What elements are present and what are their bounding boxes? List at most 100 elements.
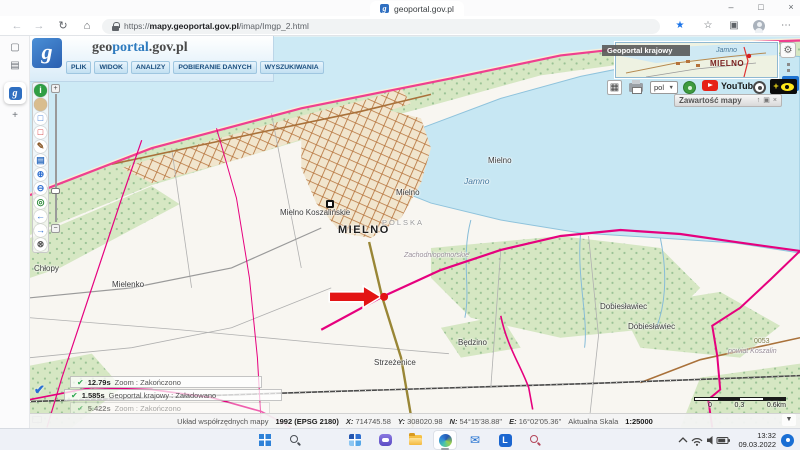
status-text: Zoom : Zakończono [115,378,181,387]
close-button[interactable]: × [778,0,800,15]
forward-button[interactable]: → [30,18,48,34]
tool-zoom-in[interactable]: ⊕ [34,168,47,181]
taskbar-explorer[interactable] [403,430,427,450]
map-tools: i□□✎▤⊕⊖◎←→⊗ [32,82,49,253]
tool-previous-view[interactable]: ← [34,210,47,223]
railway-station-icon [326,200,334,208]
youtube-play-icon [702,80,718,91]
lock-icon [112,26,119,31]
tray-time: 13:32 [738,431,776,440]
taskbar-widgets[interactable] [343,430,367,450]
menu-analizy[interactable]: ANALIZY [131,61,170,74]
slider-track[interactable] [55,94,57,222]
tool-zoom-out[interactable]: ⊖ [34,182,47,195]
panel-up-icon[interactable]: ↑ [757,95,761,106]
tool-full-extent[interactable]: ◎ [34,196,47,209]
menu-wyszukiwania[interactable]: WYSZUKIWANIA [260,61,324,74]
taskbar-app-l[interactable]: L [493,430,517,450]
start-icon [259,434,271,446]
profile-avatar[interactable] [753,20,765,32]
settings-gear-icon[interactable]: ⚙ [780,42,796,58]
accessibility-button[interactable] [753,81,766,94]
map-contents-panel-header[interactable]: Zawartość mapy ↑▣× [674,94,782,107]
minimap-title: Geoportal krajowy [602,45,690,56]
tool-measure[interactable]: ▤ [34,154,47,167]
tool-settings[interactable]: ⊗ [34,238,47,251]
system-tray[interactable]: 13:32 09.03.2022 [675,429,794,450]
scalebar-segments [694,397,786,401]
taskbar-app-zoom[interactable] [523,430,547,450]
panel-controls: ↑▣× [757,95,777,106]
taskbar-mail[interactable]: ✉ [463,430,487,450]
status-time: 12.79s [88,378,111,387]
add-favorite-icon[interactable]: ☆ [700,18,716,34]
slider-handle[interactable] [51,188,60,194]
contact-button[interactable] [683,81,696,94]
tab-group-icon[interactable]: ▤ [0,60,30,71]
notification-badge[interactable] [781,434,794,447]
tab-list-icon[interactable]: ▢ [0,42,30,53]
status-time: 1.585s [82,391,105,400]
geoportal-favicon: g [380,4,389,13]
taskbar-edge[interactable] [433,430,457,450]
browser-window: g geoportal.gov.pl – □ × ← → ↻ ⌂ https:/… [0,0,800,450]
panel-window-icon[interactable]: ▣ [763,95,770,106]
scalebar-tick: 0.3 [735,402,745,409]
coordinate-statusbar: Układ współrzędnych mapy1992 (EPSG 2180)… [30,413,800,428]
active-vertical-tab[interactable]: g [4,82,26,104]
youtube-link[interactable]: YouTube [702,80,758,91]
dot-marker [787,69,790,72]
favorite-star-icon[interactable]: ★ [672,18,688,34]
menu-pobieranie-danych[interactable]: POBIERANIE DANYCH [173,61,256,74]
maximize-button[interactable]: □ [748,0,774,15]
tool-select-box-blue[interactable]: □ [34,112,47,125]
minimize-button[interactable]: – [718,0,744,15]
caret-down-icon: ▼ [669,85,674,91]
map-scalebar: 00.30.6km [694,397,786,409]
explorer-icon [409,435,422,445]
status-time: 5.422s [88,404,111,413]
back-button[interactable]: ← [8,18,26,34]
tray-icons[interactable] [675,434,733,446]
tool-draw[interactable]: ✎ [34,140,47,153]
chevron-up-icon [679,438,687,442]
menu-widok[interactable]: WIDOK [94,61,127,74]
search-icon [290,435,298,443]
zoom-in-button[interactable]: + [51,84,60,93]
scalebar-tick: 0.6km [767,402,786,409]
browser-toolbar: ← → ↻ ⌂ https://mapy.geoportal.gov.pl/im… [0,16,800,36]
status-text: Geoportal krajowy : Załadowano [109,391,217,400]
tool-identify[interactable]: i [34,84,47,97]
app-zoom-icon [530,435,538,443]
browser-tab[interactable]: g geoportal.gov.pl [370,1,464,16]
url-text: https://mapy.geoportal.gov.pl/imap/Imgp_… [124,21,309,31]
taskbar-chat[interactable] [373,430,397,450]
tool-pan[interactable] [34,98,47,111]
zoom-out-button[interactable]: − [51,224,60,233]
high-contrast-button[interactable]: + [770,79,797,94]
taskbar-search[interactable] [283,430,307,450]
tool-select-box-red[interactable]: □ [34,126,47,139]
address-bar[interactable]: https://mapy.geoportal.gov.pl/imap/Imgp_… [102,19,660,34]
zoom-slider[interactable]: + − [51,84,61,234]
contrast-eye-icon [781,83,794,91]
geoportal-logo: g [32,38,62,68]
map-viewport[interactable]: MielnoMielno KoszalińskieMIELNOPOLSKAZac… [30,36,800,428]
print-icon[interactable] [629,83,643,92]
tool-next-view[interactable]: → [34,224,47,237]
collapse-statusbar-chevron[interactable]: ▼ [782,414,796,426]
refresh-button[interactable]: ↻ [54,18,72,34]
new-tab-button[interactable]: + [0,110,30,121]
qr-code-button[interactable]: ▦ [607,80,622,95]
panel-close-icon[interactable]: × [773,95,777,106]
taskbar-start[interactable] [253,430,277,450]
taskbar-task-view[interactable] [313,430,337,450]
collections-icon[interactable]: ▣ [726,18,742,34]
more-menu-icon[interactable]: ⋯ [778,18,794,34]
home-button[interactable]: ⌂ [78,18,96,34]
tray-date: 09.03.2022 [738,440,776,449]
clock[interactable]: 13:32 09.03.2022 [738,431,776,450]
language-select[interactable]: pol ▼ [650,81,678,94]
menu-plik[interactable]: PLIK [66,61,91,74]
windows-taskbar: ✉ L 13:32 09.03.2022 [0,428,800,450]
